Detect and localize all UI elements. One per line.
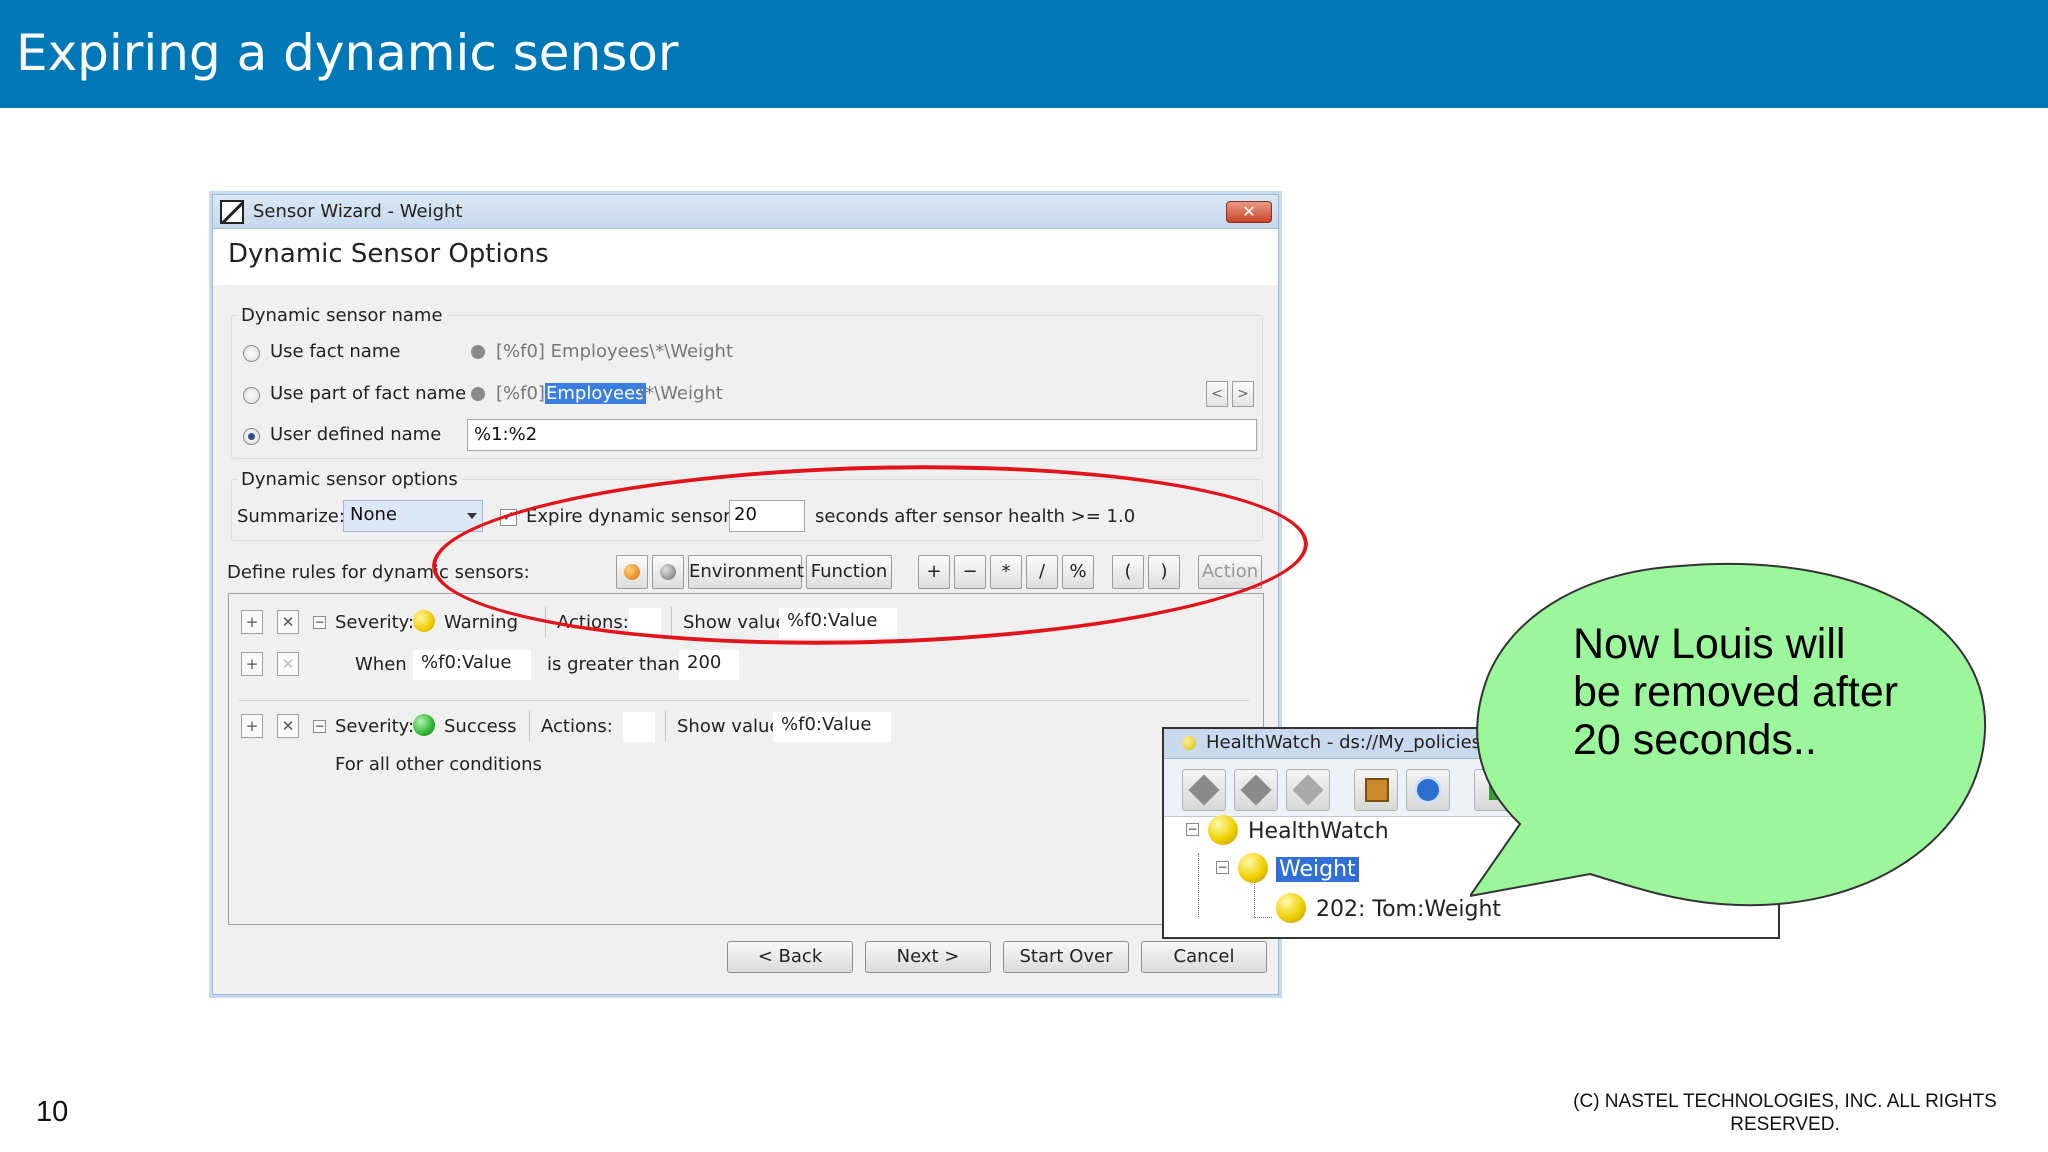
summarize-value: None (350, 504, 397, 525)
sensor-name-legend: Dynamic sensor name (237, 305, 447, 326)
healthwatch-tool-button[interactable] (1182, 769, 1226, 811)
add-rule-button[interactable]: + (241, 610, 263, 634)
delete-condition-button[interactable]: ✕ (277, 652, 299, 676)
page-number: 10 (36, 1096, 69, 1128)
use-part-fact-name-label[interactable]: Use part of fact name (270, 383, 466, 404)
delete-rule-button[interactable]: ✕ (277, 610, 299, 634)
rule-divider (529, 711, 530, 741)
part-name-selection[interactable]: Employees (545, 383, 646, 404)
rule-severity-label: Severity: (335, 612, 415, 633)
user-defined-name-input[interactable]: %1:%2 (467, 419, 1257, 451)
collapse-rule-icon[interactable]: − (313, 616, 326, 629)
wizard-titlebar: Sensor Wizard - Weight ✕ (213, 195, 1278, 229)
tree-connector (1254, 917, 1272, 918)
part-name-preview-icon (471, 387, 485, 401)
copyright-notice: (C) NASTEL TECHNOLOGIES, INC. ALL RIGHTS… (1573, 1091, 1997, 1135)
part-next-button[interactable]: > (1232, 381, 1254, 407)
diamond-icon (1240, 774, 1272, 806)
healthwatch-title: HealthWatch - ds://My_policies/ (1206, 732, 1488, 753)
wizard-window-title: Sensor Wizard - Weight (253, 201, 463, 222)
page-heading: Dynamic Sensor Options (228, 239, 549, 269)
healthwatch-root-icon (1208, 815, 1238, 845)
sensor-options-legend: Dynamic sensor options (237, 469, 462, 490)
success-severity-icon (413, 714, 435, 736)
summarize-select[interactable]: None (343, 500, 483, 532)
condition-field[interactable]: %f0:Value (413, 650, 531, 680)
next-button[interactable]: Next > (865, 941, 991, 973)
dynamic-sensor-icon (1276, 893, 1306, 923)
rule-severity-label: Severity: (335, 716, 415, 737)
rule-severity-value[interactable]: Warning (444, 612, 518, 633)
rule-show-value-field[interactable]: %f0:Value (773, 712, 891, 742)
healthwatch-tool-button[interactable] (1406, 769, 1450, 811)
rule-actions-label: Actions: (541, 716, 613, 737)
tree-root-label[interactable]: HealthWatch (1248, 819, 1389, 844)
collapse-rule-icon[interactable]: − (313, 720, 326, 733)
slide-title: Expiring a dynamic sensor (16, 24, 679, 82)
healthwatch-tool-button[interactable] (1286, 769, 1330, 811)
tree-connector (1198, 853, 1199, 917)
add-rule-button[interactable]: + (241, 714, 263, 738)
part-name-suffix: \*\Weight (639, 383, 723, 404)
fact-name-preview-icon (471, 345, 485, 359)
rule-severity-value[interactable]: Success (444, 716, 516, 737)
other-conditions-label: For all other conditions (335, 754, 542, 775)
condition-value[interactable]: 200 (679, 650, 739, 680)
condition-when-label: When (355, 654, 407, 675)
stop-icon (1414, 776, 1442, 804)
use-part-fact-name-radio[interactable] (243, 387, 260, 404)
collapse-weight-icon[interactable]: − (1216, 861, 1229, 874)
collapse-root-icon[interactable]: − (1186, 823, 1199, 836)
user-defined-name-label[interactable]: User defined name (270, 424, 441, 445)
rule-separator (239, 700, 1249, 701)
use-fact-name-label[interactable]: Use fact name (270, 341, 400, 362)
healthwatch-tool-button[interactable] (1354, 769, 1398, 811)
weight-sensor-icon (1238, 853, 1268, 883)
warning-severity-icon (413, 610, 435, 632)
diamond-icon (1188, 774, 1220, 806)
summarize-label: Summarize: (237, 506, 345, 527)
wizard-page-header: Dynamic Sensor Options (213, 229, 1278, 285)
back-button[interactable]: < Back (727, 941, 853, 973)
wizard-app-icon (220, 200, 244, 224)
start-over-button[interactable]: Start Over (1003, 941, 1129, 973)
add-condition-button[interactable]: + (241, 652, 263, 676)
delete-rule-button[interactable]: ✕ (277, 714, 299, 738)
part-name-prefix: [%f0] (496, 383, 545, 404)
close-button[interactable]: ✕ (1226, 201, 1272, 223)
slide-header: Expiring a dynamic sensor (0, 0, 2048, 108)
tree-weight-label[interactable]: Weight (1276, 857, 1359, 882)
callout-text: Now Louis will be removed after 20 secon… (1573, 620, 1899, 764)
cancel-button[interactable]: Cancel (1141, 941, 1267, 973)
tree-connector (1254, 879, 1255, 917)
user-defined-name-radio[interactable] (243, 428, 260, 445)
package-icon (1365, 778, 1389, 802)
rule-divider (665, 711, 666, 741)
diamond-icon (1292, 774, 1324, 806)
chevron-down-icon (467, 513, 477, 519)
part-prev-button[interactable]: < (1206, 381, 1228, 407)
use-fact-name-radio[interactable] (243, 345, 260, 362)
healthwatch-tool-button[interactable] (1234, 769, 1278, 811)
condition-operator[interactable]: is greater than (547, 654, 680, 675)
healthwatch-status-icon (1182, 736, 1196, 750)
rule-actions-field[interactable] (623, 712, 655, 742)
rule-show-value-label: Show value: (677, 716, 787, 737)
fact-name-preview: [%f0] Employees\*\Weight (496, 341, 734, 362)
